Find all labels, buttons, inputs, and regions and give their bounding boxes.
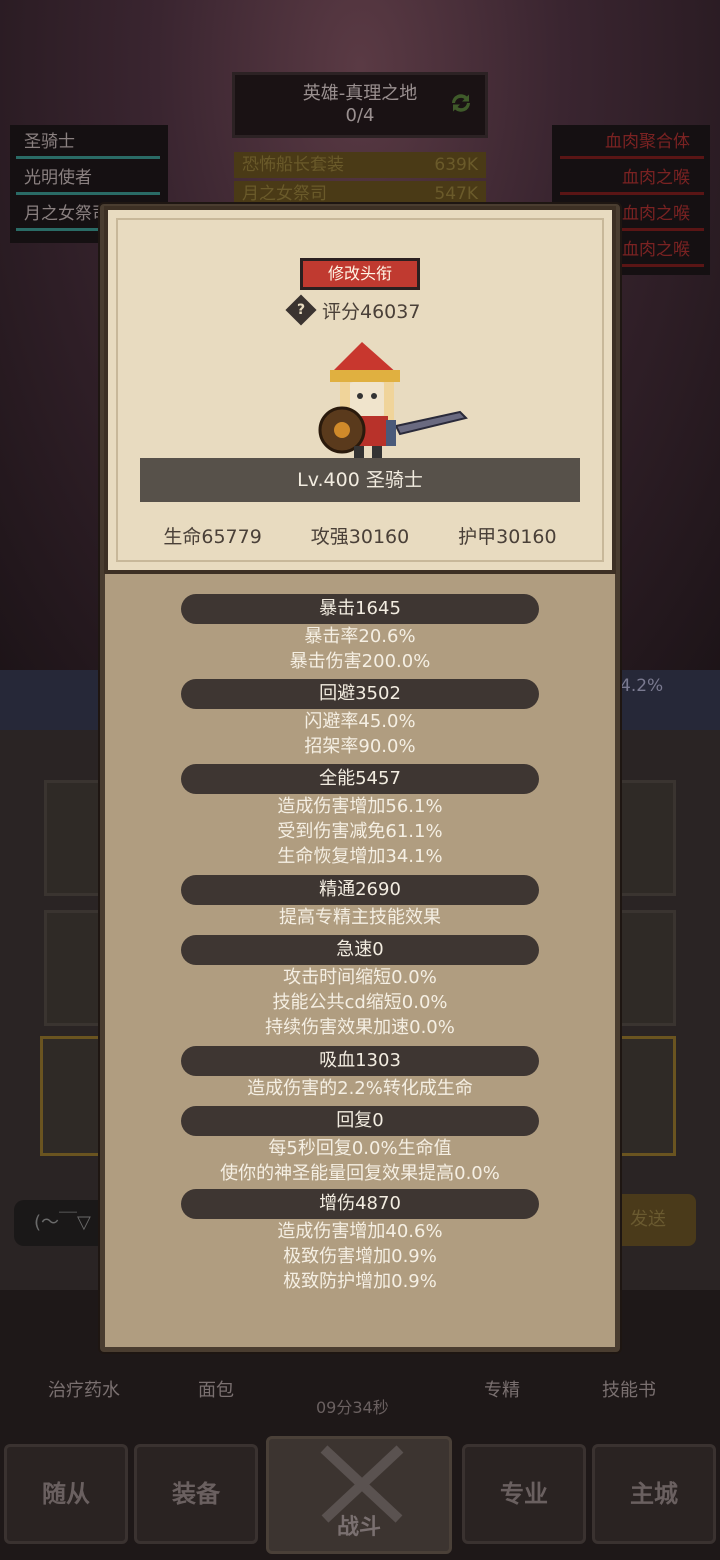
nav-battle[interactable]: 战斗 xyxy=(266,1436,452,1554)
enemy: 血肉之喉 xyxy=(560,161,704,195)
stat-group-crit: 暴击1645 暴击率20.6% 暴击伤害200.0% xyxy=(104,594,616,674)
item-slot xyxy=(40,1036,104,1156)
stat-line: 暴击伤害200.0% xyxy=(289,651,431,672)
stat-header: 回避3502 xyxy=(181,679,539,709)
quick-specialization[interactable]: 专精 xyxy=(484,1376,520,1402)
nav-profession[interactable]: 专业 xyxy=(462,1444,586,1544)
refresh-icon xyxy=(452,94,470,112)
base-stats: 生命65779 攻强30160 护甲30160 xyxy=(140,522,580,549)
stat-header: 急速0 xyxy=(181,935,539,965)
nav-equipment[interactable]: 装备 xyxy=(134,1444,258,1544)
stat-header: 全能5457 xyxy=(181,764,539,794)
stat-group-leech: 吸血1303 造成伤害的2.2%转化成生命 xyxy=(104,1046,616,1101)
stat-header: 精通2690 xyxy=(181,875,539,905)
stat-header: 回复0 xyxy=(181,1106,539,1136)
quick-skill-book[interactable]: 技能书 xyxy=(602,1376,656,1402)
damage-row: 恐怖船长套装 639K xyxy=(234,152,486,178)
nav-main-city[interactable]: 主城 xyxy=(592,1444,716,1544)
item-slot xyxy=(616,780,676,896)
hero-name-bar: Lv.400 圣骑士 xyxy=(140,458,580,502)
damage-value: 639K xyxy=(434,155,478,175)
damage-name: 恐怖船长套装 xyxy=(242,155,344,175)
stat-group-mastery: 精通2690 提高专精主技能效果 xyxy=(104,875,616,930)
stat-line: 招架率90.0% xyxy=(304,736,416,757)
stat-group-damage-bonus: 增伤4870 造成伤害增加40.6% 极致伤害增加0.9% 极致防护增加0.9% xyxy=(104,1189,616,1294)
armor-stat: 护甲30160 xyxy=(458,526,557,548)
party-member: 圣骑士 xyxy=(16,125,160,159)
stat-line: 极致伤害增加0.9% xyxy=(283,1246,437,1267)
attack-stat: 攻强30160 xyxy=(310,526,410,548)
nav-battle-label: 战斗 xyxy=(336,1515,381,1540)
question-icon[interactable]: ? xyxy=(285,294,317,326)
stat-line: 极致防护增加0.9% xyxy=(283,1271,437,1292)
damage-list: 恐怖船长套装 639K 月之女祭司 547K xyxy=(234,152,486,210)
stat-group-regen: 回复0 每5秒回复0.0%生命值 使你的神圣能量回复效果提高0.0% xyxy=(104,1106,616,1186)
enemy: 血肉聚合体 xyxy=(560,125,704,159)
item-slot xyxy=(44,910,104,1026)
side-percent: 4.2% xyxy=(620,676,664,696)
stat-line: 生命恢复增加34.1% xyxy=(277,846,443,867)
zone-box: 英雄-真理之地 0/4 xyxy=(232,72,488,138)
hp-stat: 生命65779 xyxy=(163,526,262,548)
stat-header: 吸血1303 xyxy=(181,1046,539,1076)
stat-line: 持续伤害效果加速0.0% xyxy=(265,1017,455,1038)
party-member: 光明使者 xyxy=(16,161,160,195)
quick-health-potion[interactable]: 治疗药水 xyxy=(48,1376,120,1402)
stat-line: 每5秒回复0.0%生命值 xyxy=(268,1138,452,1159)
stat-line: 造成伤害增加40.6% xyxy=(277,1221,443,1242)
edit-title-button[interactable]: 修改头衔 xyxy=(300,258,420,290)
stat-line: 提高专精主技能效果 xyxy=(279,907,441,928)
score-text: 评分46037 xyxy=(322,300,421,323)
quick-bread[interactable]: 面包 xyxy=(198,1376,234,1402)
stat-line: 造成伤害增加56.1% xyxy=(277,796,443,817)
paladin-avatar xyxy=(318,342,468,460)
nav-followers[interactable]: 随从 xyxy=(4,1444,128,1544)
timer: 09分34秒 xyxy=(316,1398,389,1417)
stat-line: 造成伤害的2.2%转化成生命 xyxy=(247,1078,473,1099)
stat-line: 攻击时间缩短0.0% xyxy=(283,967,437,988)
stat-header: 暴击1645 xyxy=(181,594,539,624)
item-slot xyxy=(44,780,104,896)
stat-group-haste: 急速0 攻击时间缩短0.0% 技能公共cd缩短0.0% 持续伤害效果加速0.0% xyxy=(104,935,616,1040)
stat-group-avoidance: 回避3502 闪避率45.0% 招架率90.0% xyxy=(104,679,616,759)
stat-line: 使你的神圣能量回复效果提高0.0% xyxy=(220,1163,500,1184)
stat-line: 暴击率20.6% xyxy=(304,626,416,647)
stat-line: 技能公共cd缩短0.0% xyxy=(272,992,448,1013)
stat-line: 闪避率45.0% xyxy=(304,711,416,732)
stat-line: 受到伤害减免61.1% xyxy=(277,821,443,842)
stat-group-versatility: 全能5457 造成伤害增加56.1% 受到伤害减免61.1% 生命恢复增加34.… xyxy=(104,764,616,869)
stat-header: 增伤4870 xyxy=(181,1189,539,1219)
item-slot xyxy=(616,910,676,1026)
score-row: ? 评分46037 xyxy=(285,294,421,326)
item-slot xyxy=(616,1036,676,1156)
